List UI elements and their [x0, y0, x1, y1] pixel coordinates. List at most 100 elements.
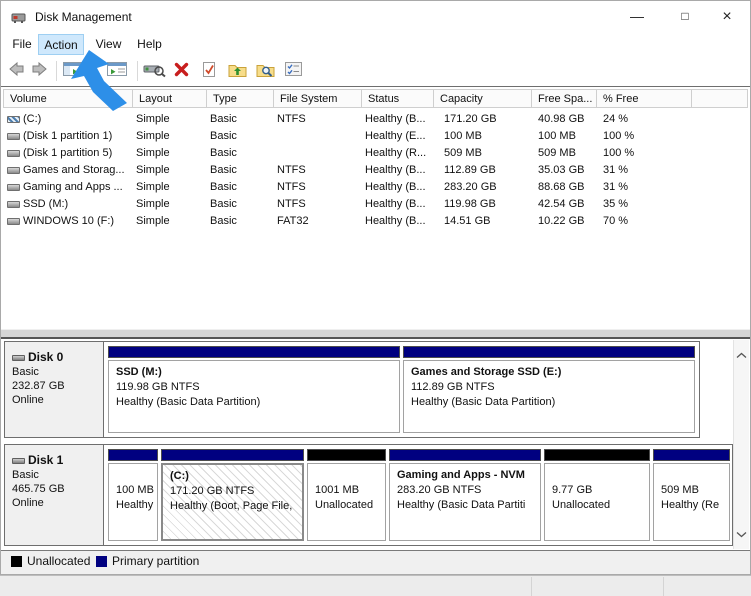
- cell-fs: NTFS: [277, 164, 306, 176]
- disk-0-partitions: SSD (M:) 119.98 GB NTFS Healthy (Basic D…: [105, 342, 699, 437]
- cell-type: Basic: [210, 164, 237, 176]
- partition-status: Healthy (Basic Data Partition): [411, 395, 687, 410]
- table-row[interactable]: (C:) Simple Basic NTFS Healthy (B... 171…: [3, 111, 750, 128]
- cell-fs: NTFS: [277, 181, 306, 193]
- partition-c-drive[interactable]: (C:) 171.20 GB NTFS Healthy (Boot, Page …: [161, 449, 304, 541]
- scroll-up-icon[interactable]: [736, 346, 747, 364]
- action-pane-icon[interactable]: [107, 61, 127, 82]
- partition-gaming-apps-nvm[interactable]: Gaming and Apps - NVM 283.20 GB NTFS Hea…: [389, 449, 541, 541]
- cell-status: Healthy (B...: [365, 181, 426, 193]
- cell-volume: SSD (M:): [23, 198, 68, 210]
- partition-size: 100 MB: [116, 483, 150, 498]
- partition-unallocated-9gb[interactable]: 9.77 GB Unallocated: [544, 449, 650, 541]
- cell-pct-free: 24 %: [603, 113, 628, 125]
- col-header-capacity[interactable]: Capacity: [434, 90, 532, 107]
- volume-icon: [7, 184, 20, 191]
- table-row[interactable]: WINDOWS 10 (F:) Simple Basic FAT32 Healt…: [3, 213, 750, 230]
- col-header-type[interactable]: Type: [207, 90, 274, 107]
- cell-fs: FAT32: [277, 215, 309, 227]
- menu-view[interactable]: View: [90, 34, 127, 55]
- cell-pct-free: 35 %: [603, 198, 628, 210]
- col-header-volume[interactable]: Volume: [4, 90, 133, 107]
- col-header-file-system[interactable]: File System: [274, 90, 362, 107]
- close-button[interactable]: ×: [709, 2, 745, 31]
- folder-up-icon[interactable]: [228, 61, 247, 83]
- cell-layout: Simple: [136, 130, 170, 142]
- delete-icon[interactable]: [173, 61, 190, 83]
- partition-status: Healthy (Basic Data Partiti: [397, 498, 533, 513]
- cell-free: 10.22 GB: [538, 215, 584, 227]
- cell-status: Healthy (B...: [365, 215, 426, 227]
- volume-icon: [7, 150, 20, 157]
- col-header-pct-free[interactable]: % Free: [597, 90, 692, 107]
- console-tree-icon[interactable]: [63, 61, 83, 82]
- table-row[interactable]: SSD (M:) Simple Basic NTFS Healthy (B...…: [3, 196, 750, 213]
- menu-file[interactable]: File: [7, 34, 37, 55]
- disk-size: 465.75 GB: [12, 483, 96, 495]
- menu-bar: File Action View Help: [1, 33, 750, 56]
- volume-icon: [7, 167, 20, 174]
- cell-fs: NTFS: [277, 198, 306, 210]
- app-icon: [11, 10, 27, 29]
- table-row[interactable]: Gaming and Apps ... Simple Basic NTFS He…: [3, 179, 750, 196]
- cell-layout: Simple: [136, 147, 170, 159]
- cell-free: 509 MB: [538, 147, 576, 159]
- partition-size: 283.20 GB NTFS: [397, 483, 533, 498]
- options-list-icon[interactable]: [284, 61, 303, 82]
- partition-title: (C:): [170, 469, 295, 484]
- partition-ssd-m[interactable]: SSD (M:) 119.98 GB NTFS Healthy (Basic D…: [108, 346, 400, 433]
- partition-status: Unallocated: [315, 498, 378, 513]
- partition-title: [315, 468, 378, 483]
- partition-recovery-509mb[interactable]: 509 MB Healthy (Re: [653, 449, 730, 541]
- scroll-down-icon[interactable]: [736, 525, 747, 543]
- cell-status: Healthy (B...: [365, 113, 426, 125]
- cell-layout: Simple: [136, 113, 170, 125]
- table-header: Volume Layout Type File System Status Ca…: [3, 89, 748, 108]
- partition-unallocated-1001mb[interactable]: 1001 MB Unallocated: [307, 449, 386, 541]
- col-header-layout[interactable]: Layout: [133, 90, 207, 107]
- partition-status: Healthy (Boot, Page File,: [170, 499, 295, 514]
- partition-size: 119.98 GB NTFS: [116, 380, 392, 395]
- partition-games-storage-e[interactable]: Games and Storage SSD (E:) 112.89 GB NTF…: [403, 346, 695, 433]
- menu-action[interactable]: Action: [38, 34, 84, 55]
- disk-size: 232.87 GB: [12, 380, 96, 392]
- table-row[interactable]: (Disk 1 partition 1) Simple Basic Health…: [3, 128, 750, 145]
- partition-size: 9.77 GB: [552, 483, 642, 498]
- legend-label: Primary partition: [112, 554, 199, 568]
- partition-color-bar: [108, 449, 158, 461]
- cell-type: Basic: [210, 215, 237, 227]
- volume-icon: [7, 218, 20, 225]
- table-row[interactable]: (Disk 1 partition 5) Simple Basic Health…: [3, 145, 750, 162]
- partition-title: [116, 468, 150, 483]
- partition-color-bar: [389, 449, 541, 461]
- table-row[interactable]: Games and Storag... Simple Basic NTFS He…: [3, 162, 750, 179]
- taskbar-strip: [0, 575, 751, 596]
- menu-help[interactable]: Help: [131, 34, 168, 55]
- cell-layout: Simple: [136, 198, 170, 210]
- folder-search-icon[interactable]: [256, 61, 276, 83]
- forward-arrow-icon[interactable]: [31, 61, 49, 82]
- disk-status: Online: [12, 497, 96, 509]
- pane-splitter[interactable]: [1, 329, 750, 339]
- cell-capacity: 509 MB: [444, 147, 482, 159]
- minimize-button[interactable]: —: [619, 2, 655, 31]
- toolbar-separator: [91, 61, 92, 81]
- col-header-free-space[interactable]: Free Spa...: [532, 90, 597, 107]
- disk-1-label[interactable]: Disk 1 Basic 465.75 GB Online: [5, 445, 104, 545]
- toolbar-separator: [137, 61, 138, 81]
- partition-system-100mb[interactable]: 100 MB Healthy: [108, 449, 158, 541]
- cell-volume: (C:): [23, 113, 41, 125]
- toolbar: [1, 56, 750, 86]
- col-header-status[interactable]: Status: [362, 90, 434, 107]
- disk-0-label[interactable]: Disk 0 Basic 232.87 GB Online: [5, 342, 104, 437]
- partition-color-bar: [544, 449, 650, 461]
- cell-type: Basic: [210, 181, 237, 193]
- maximize-button[interactable]: □: [667, 2, 703, 31]
- cell-layout: Simple: [136, 215, 170, 227]
- device-properties-icon[interactable]: [143, 61, 167, 83]
- check-document-icon[interactable]: [201, 61, 217, 83]
- cell-free: 35.03 GB: [538, 164, 584, 176]
- back-arrow-icon[interactable]: [7, 61, 25, 82]
- partition-size: 1001 MB: [315, 483, 378, 498]
- vertical-scrollbar[interactable]: [733, 340, 749, 549]
